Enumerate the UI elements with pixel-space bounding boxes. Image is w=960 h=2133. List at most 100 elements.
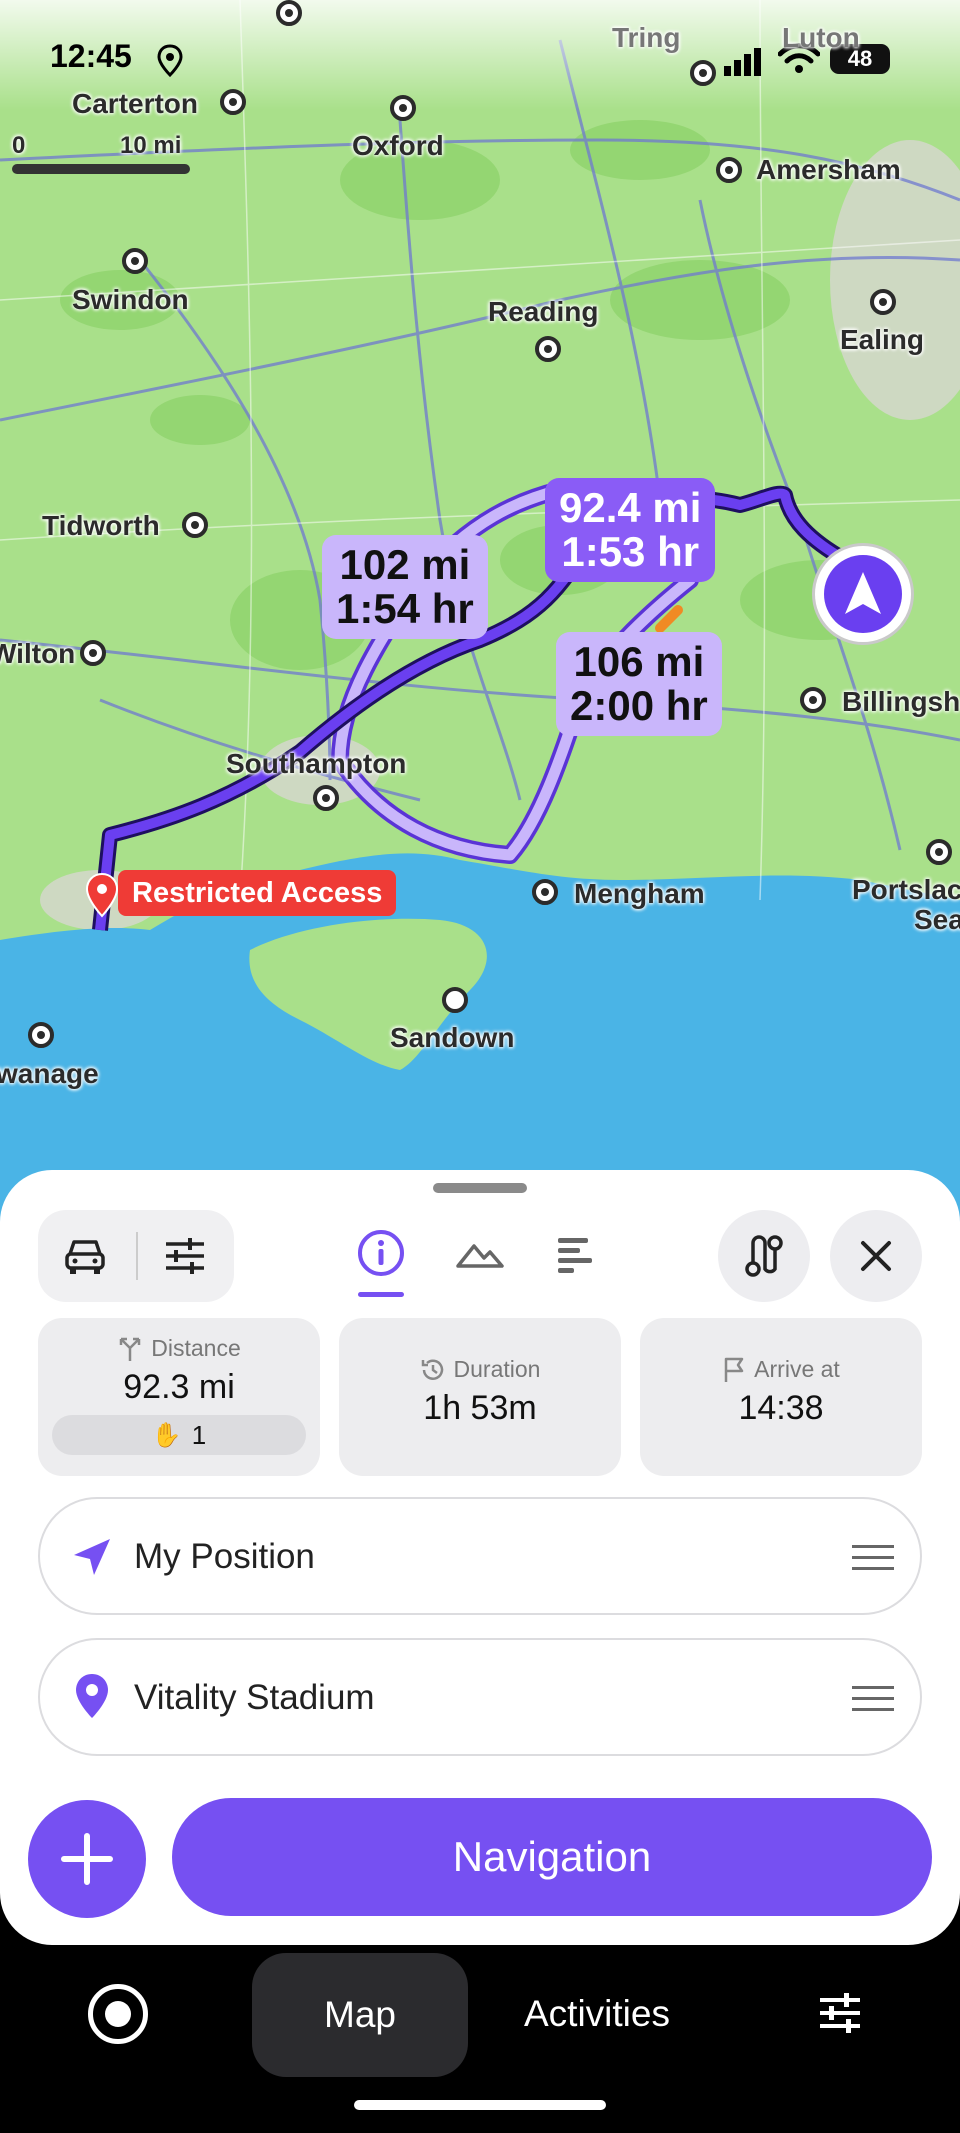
sliders-icon[interactable] bbox=[164, 1236, 206, 1281]
cellular-icon bbox=[724, 46, 764, 81]
vehicle-options bbox=[38, 1210, 234, 1302]
tab-activities[interactable]: Activities bbox=[524, 1993, 670, 2035]
place-label: Tring bbox=[612, 22, 681, 53]
navigation-arrow-icon bbox=[845, 572, 881, 614]
record-icon bbox=[105, 2001, 131, 2027]
place-marker bbox=[122, 248, 148, 274]
start-point-text: My Position bbox=[134, 1537, 315, 1576]
place-label: wanage bbox=[0, 1058, 99, 1089]
arrive-value: 14:38 bbox=[738, 1389, 824, 1427]
place-marker bbox=[800, 687, 826, 713]
tab-settings[interactable] bbox=[818, 1992, 862, 2039]
place-marker bbox=[220, 89, 246, 115]
route-label-alt-1[interactable]: 102 mi 1:54 hr bbox=[322, 535, 488, 639]
flag-icon bbox=[724, 1357, 744, 1382]
route-label-alt-2[interactable]: 106 mi 2:00 hr bbox=[556, 632, 722, 736]
navigation-button[interactable]: Navigation bbox=[172, 1798, 932, 1916]
info-icon bbox=[358, 1230, 404, 1276]
place-label: Reading bbox=[488, 296, 599, 327]
add-waypoint-button[interactable] bbox=[28, 1800, 146, 1918]
place-marker bbox=[28, 1022, 54, 1048]
tab-map[interactable]: Map bbox=[252, 1953, 468, 2077]
place-marker bbox=[182, 512, 208, 538]
divider bbox=[136, 1232, 138, 1280]
route-icon bbox=[745, 1235, 783, 1277]
place-label: Wilton bbox=[0, 638, 76, 669]
place-label: Sea bbox=[914, 904, 960, 935]
place-label: Portslac bbox=[852, 874, 960, 905]
map-view[interactable]: 12:45 48 0 10 mi Tring Luton Carterton O… bbox=[0, 0, 960, 1230]
route-distance: 92.4 mi bbox=[559, 484, 702, 531]
arrive-card: Arrive at 14:38 bbox=[640, 1318, 922, 1476]
place-marker bbox=[390, 95, 416, 121]
scale-end-label: 10 mi bbox=[120, 132, 182, 159]
end-point-text: Vitality Stadium bbox=[134, 1678, 375, 1717]
place-marker bbox=[532, 879, 558, 905]
current-location-marker[interactable] bbox=[815, 546, 911, 642]
sheet-handle[interactable] bbox=[433, 1183, 527, 1193]
route-distance: 106 mi bbox=[573, 638, 705, 685]
place-label: Ealing bbox=[840, 324, 925, 355]
end-point-field[interactable]: Vitality Stadium bbox=[38, 1638, 922, 1756]
place-marker bbox=[276, 0, 302, 26]
route-time: 1:53 hr bbox=[561, 528, 700, 575]
home-indicator bbox=[354, 2100, 606, 2110]
car-icon[interactable] bbox=[64, 1236, 106, 1281]
location-arrow-icon bbox=[74, 1539, 110, 1575]
drag-handle-icon[interactable] bbox=[852, 1686, 894, 1712]
start-point-field[interactable]: My Position bbox=[38, 1497, 922, 1615]
route-time: 2:00 hr bbox=[570, 682, 708, 729]
close-icon bbox=[861, 1241, 891, 1271]
scale-start-label: 0 bbox=[12, 132, 26, 159]
place-label: Luton bbox=[782, 22, 860, 53]
mountain-icon bbox=[456, 1244, 504, 1268]
tab-info[interactable] bbox=[356, 1228, 410, 1298]
tab-indicator bbox=[358, 1292, 404, 1297]
place-label: Billingsh bbox=[842, 686, 960, 717]
route-options-button[interactable] bbox=[718, 1210, 810, 1302]
hazards-count: 1 bbox=[191, 1419, 207, 1450]
place-marker bbox=[716, 157, 742, 183]
place-label: Southampton bbox=[226, 748, 407, 779]
history-icon bbox=[421, 1358, 443, 1380]
place-label: Sandown bbox=[390, 1022, 515, 1053]
distance-label: Distance bbox=[151, 1334, 241, 1361]
route-distance: 102 mi bbox=[339, 541, 471, 588]
place-label: Amersham bbox=[756, 154, 901, 185]
place-marker bbox=[313, 785, 339, 811]
tab-details[interactable] bbox=[556, 1234, 596, 1279]
duration-card: Duration 1h 53m bbox=[339, 1318, 621, 1476]
tab-record[interactable] bbox=[88, 1984, 148, 2044]
duration-value: 1h 53m bbox=[423, 1389, 537, 1427]
destination-pin-icon bbox=[84, 872, 120, 923]
tab-elevation[interactable] bbox=[456, 1234, 504, 1279]
hand-icon: ✋ bbox=[151, 1421, 182, 1449]
close-button[interactable] bbox=[830, 1210, 922, 1302]
place-label: Carterton bbox=[72, 88, 199, 119]
route-label-selected[interactable]: 92.4 mi 1:53 hr bbox=[545, 478, 716, 582]
distance-value: 92.3 mi bbox=[123, 1368, 235, 1406]
place-marker bbox=[690, 60, 716, 86]
destination-tag[interactable]: Restricted Access bbox=[118, 870, 397, 916]
location-icon bbox=[156, 44, 184, 83]
tab-map-label: Map bbox=[324, 1994, 396, 2035]
place-label: Swindon bbox=[72, 284, 189, 315]
place-marker bbox=[926, 839, 952, 865]
place-label: Tidworth bbox=[42, 510, 160, 541]
place-marker bbox=[535, 336, 561, 362]
arrive-label: Arrive at bbox=[754, 1356, 840, 1382]
place-marker bbox=[870, 289, 896, 315]
place-label: Mengham bbox=[574, 878, 705, 909]
fork-icon bbox=[120, 1337, 141, 1361]
bars-icon bbox=[558, 1238, 592, 1273]
status-time: 12:45 bbox=[50, 38, 132, 74]
sliders-icon bbox=[820, 1993, 860, 2033]
route-time: 1:54 hr bbox=[336, 585, 474, 632]
pin-icon bbox=[76, 1674, 108, 1718]
plus-icon bbox=[61, 1833, 113, 1885]
hazards-badge[interactable]: ✋ 1 bbox=[52, 1415, 306, 1455]
distance-card: Distance 92.3 mi ✋ 1 bbox=[38, 1318, 320, 1476]
duration-label: Duration bbox=[453, 1356, 541, 1382]
place-label: Oxford bbox=[352, 130, 444, 161]
drag-handle-icon[interactable] bbox=[852, 1545, 894, 1571]
